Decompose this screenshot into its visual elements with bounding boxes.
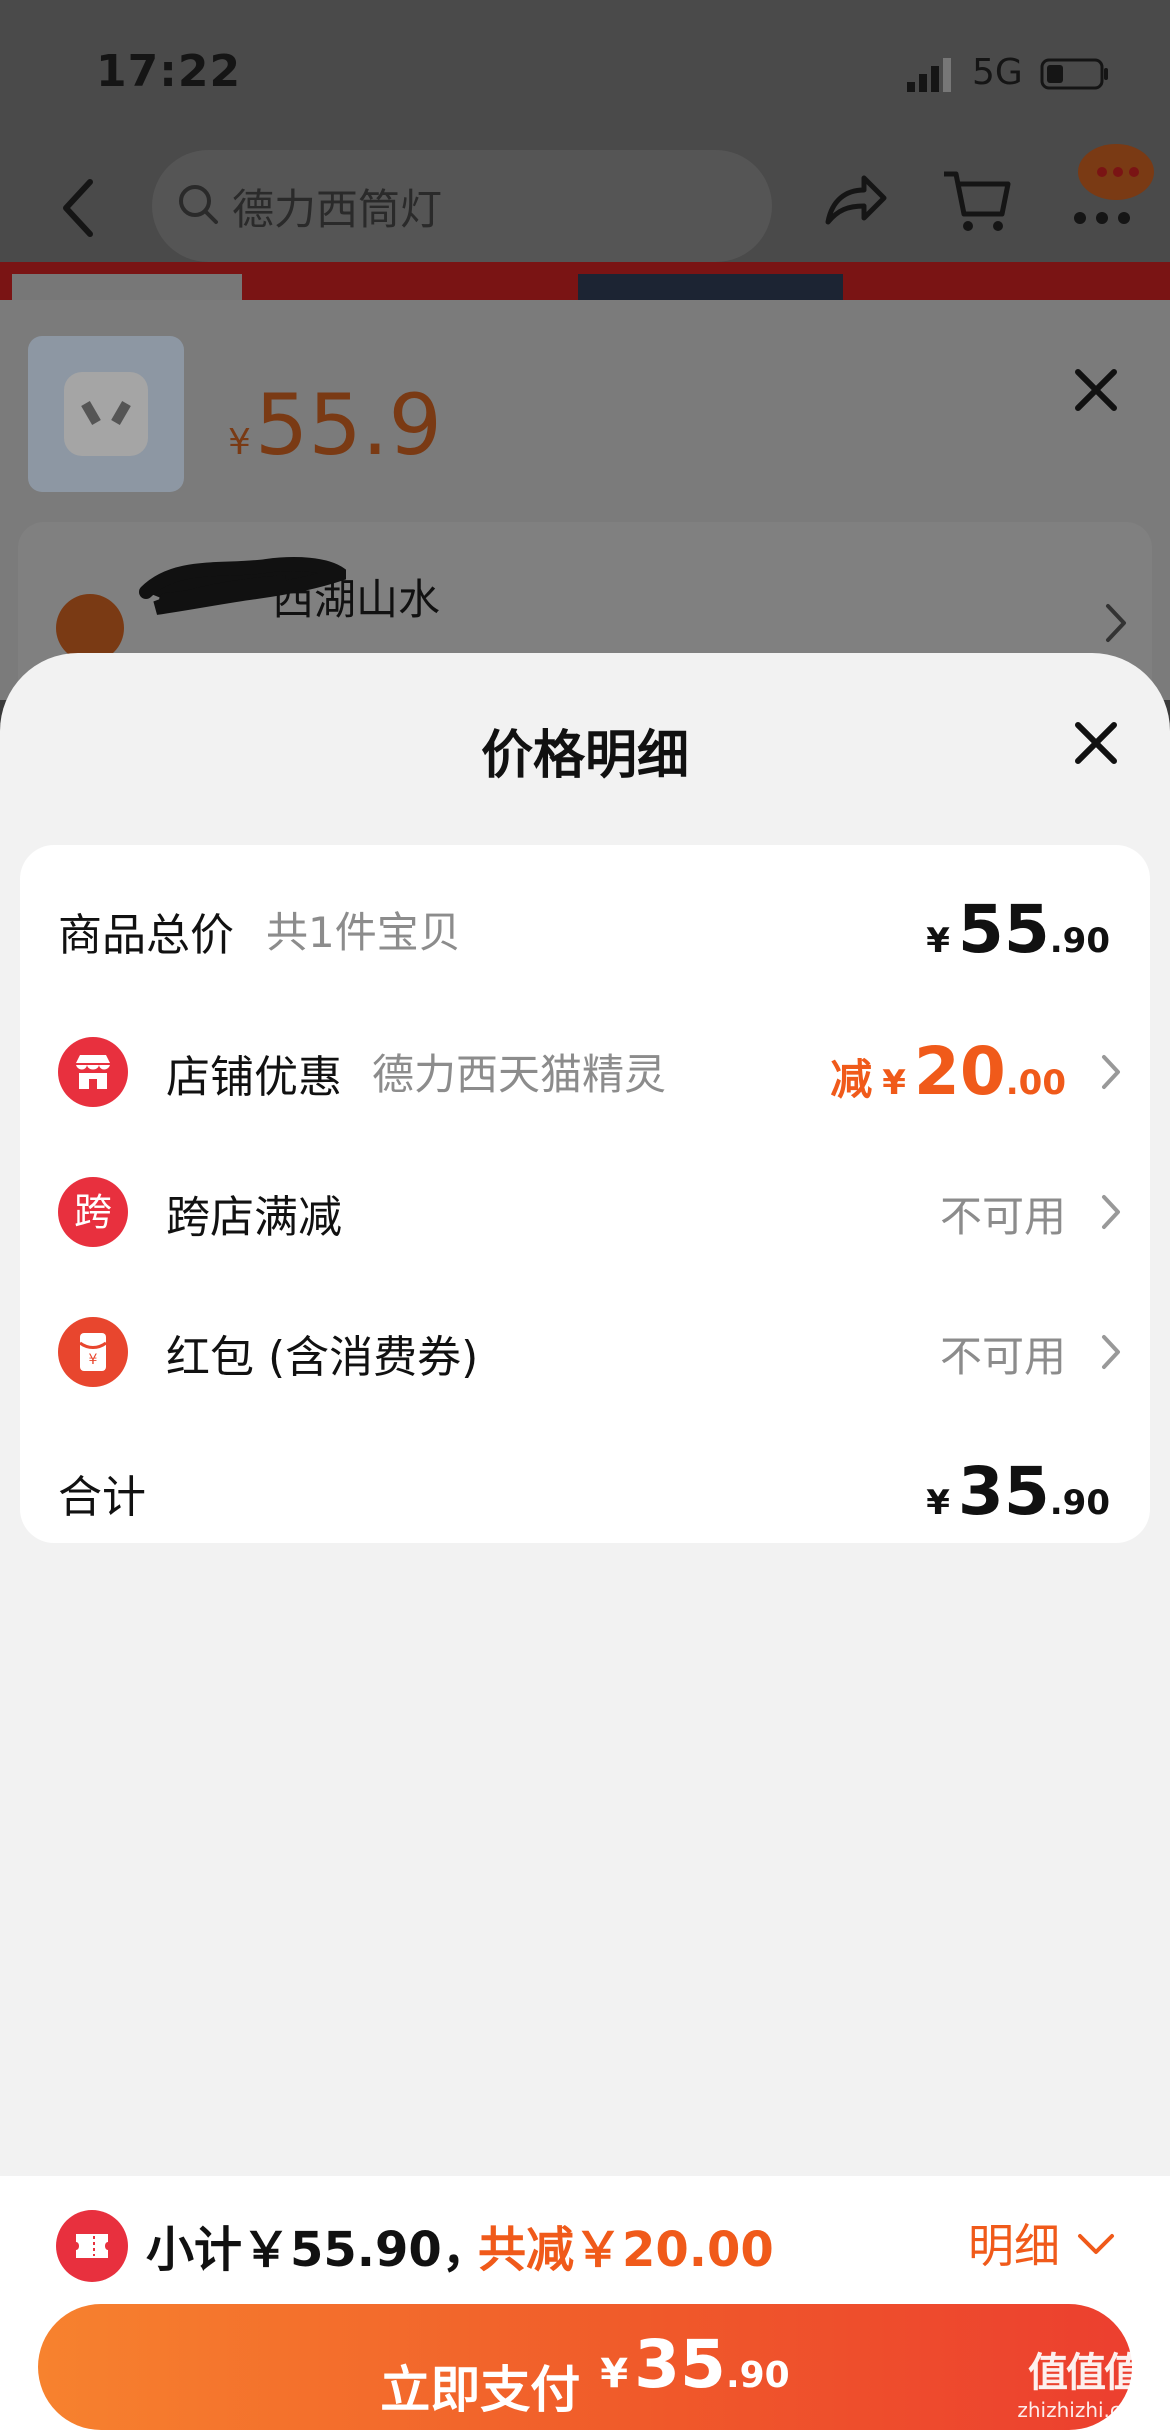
chevron-right-icon (1102, 1335, 1120, 1369)
site-watermark: 值值值 zhizhizhi.com (1010, 2340, 1160, 2422)
cart-icon[interactable] (940, 164, 1014, 238)
checkout-bar: 小计￥55.90， 共减￥20.00 明细 立即支付 ¥35.90 (0, 2176, 1170, 2430)
red-packet-row[interactable]: ¥ 红包 (含消费券) 不可用 (20, 1285, 1150, 1405)
back-icon[interactable] (50, 168, 110, 248)
row-label: 店铺优惠 (166, 1052, 342, 1103)
row-label: 合计 (58, 1472, 146, 1523)
total-discount-text: 共减￥20.00 (478, 2222, 774, 2278)
pay-label: 立即支付 (380, 2361, 581, 2419)
price-detail-sheet: 价格明细 商品总价 共1件宝贝 ¥55.90 店铺优惠 德力西天猫精灵 减 ¥20… (0, 653, 1170, 2430)
pay-amount-int: 35 (634, 2326, 726, 2403)
coupon-ticket-icon (56, 2210, 128, 2282)
currency-symbol: ¥ (882, 1063, 906, 1103)
amount-dec: .90 (1049, 1483, 1110, 1523)
close-icon[interactable] (1068, 715, 1124, 771)
more-icon[interactable] (1060, 140, 1160, 240)
currency-symbol: ¥ (926, 921, 950, 961)
promo-banner (0, 262, 1170, 302)
banner-block (12, 274, 242, 302)
redaction-scribble (139, 557, 346, 615)
store-discount-amount: 减 ¥20.00 (830, 1033, 1066, 1110)
watermark-url: zhizhizhi.com (1017, 2398, 1153, 2422)
status-bar: 17:22 5G (0, 0, 1170, 140)
signal-icon (907, 58, 951, 92)
location-pin-icon (56, 594, 124, 662)
chevron-right-icon (1102, 1195, 1120, 1229)
pay-amount-dec: .90 (725, 2355, 790, 2396)
svg-text:¥: ¥ (89, 1352, 98, 1368)
amount-int: 35 (957, 1453, 1050, 1530)
watermark-logo: 值值值 (1028, 2350, 1144, 2396)
pay-button-content: 立即支付 ¥35.90 (38, 2326, 1132, 2419)
store-discount-row[interactable]: 店铺优惠 德力西天猫精灵 减 ¥20.00 (20, 1005, 1150, 1125)
amount-int: 55 (957, 891, 1050, 968)
sheet-title: 价格明细 (480, 726, 689, 786)
red-packet-icon: ¥ (58, 1317, 128, 1387)
close-icon[interactable] (1068, 362, 1124, 418)
battery-icon (1040, 58, 1108, 90)
price-value: 55.9 (254, 376, 442, 474)
chevron-right-icon (1102, 1055, 1120, 1089)
row-label: 红包 (含消费券) (166, 1332, 479, 1383)
pay-now-button[interactable]: 立即支付 ¥35.90 (38, 2304, 1132, 2430)
sku-sheet: ¥55.9 西湖山水 (0, 300, 1170, 722)
detail-toggle[interactable]: 明细 (968, 2210, 1060, 2276)
store-icon-glyph (76, 1055, 110, 1089)
cross-store-icon: 跨 (58, 1177, 128, 1247)
banner-block (578, 274, 843, 302)
subtotal-text: 小计￥55.90， (146, 2222, 490, 2278)
chevron-down-icon[interactable] (1074, 2226, 1118, 2262)
row-label: 跨店满减 (166, 1192, 342, 1243)
chevron-right-icon (1106, 604, 1126, 642)
search-icon (179, 185, 218, 224)
search-placeholder: 德力西筒灯 (232, 185, 443, 234)
total-amount: ¥35.90 (926, 1453, 1110, 1530)
row-sublabel: 德力西天猫精灵 (372, 1050, 667, 1099)
total-row: 合计 ¥35.90 (20, 1425, 1150, 1545)
share-icon[interactable] (818, 164, 892, 238)
ticket-glyph (76, 2234, 108, 2258)
amount-int: 20 (913, 1033, 1006, 1110)
product-thumbnail (28, 336, 184, 492)
cross-store-row[interactable]: 跨 跨店满减 不可用 (20, 1145, 1150, 1265)
price-detail-card: 商品总价 共1件宝贝 ¥55.90 店铺优惠 德力西天猫精灵 减¥20.00 (20, 845, 1150, 1543)
currency-symbol: ¥ (926, 1483, 950, 1523)
unavailable-text: 不可用 (939, 1332, 1066, 1381)
amount-dec: .90 (1049, 921, 1110, 961)
search-bar[interactable]: 德力西筒灯 (152, 150, 772, 262)
socket-image (64, 372, 148, 456)
minus-prefix: 减 (830, 1055, 873, 1104)
amount-dec: .00 (1005, 1063, 1066, 1103)
goods-total-amount: ¥55.90 (926, 891, 1110, 968)
store-icon (58, 1037, 128, 1107)
status-time: 17:22 (96, 46, 242, 97)
row-label: 商品总价 (58, 910, 234, 961)
network-label: 5G (972, 52, 1023, 93)
product-price: ¥55.9 (228, 376, 442, 474)
goods-total-row: 商品总价 共1件宝贝 ¥55.90 (20, 863, 1150, 983)
pay-currency: ¥ (600, 2351, 629, 2397)
navigation-bar: 德力西筒灯 (0, 140, 1170, 270)
row-sublabel: 共1件宝贝 (266, 908, 461, 957)
unavailable-text: 不可用 (939, 1192, 1066, 1241)
red-packet-glyph: ¥ (79, 1333, 107, 1371)
price-currency: ¥ (228, 422, 251, 463)
